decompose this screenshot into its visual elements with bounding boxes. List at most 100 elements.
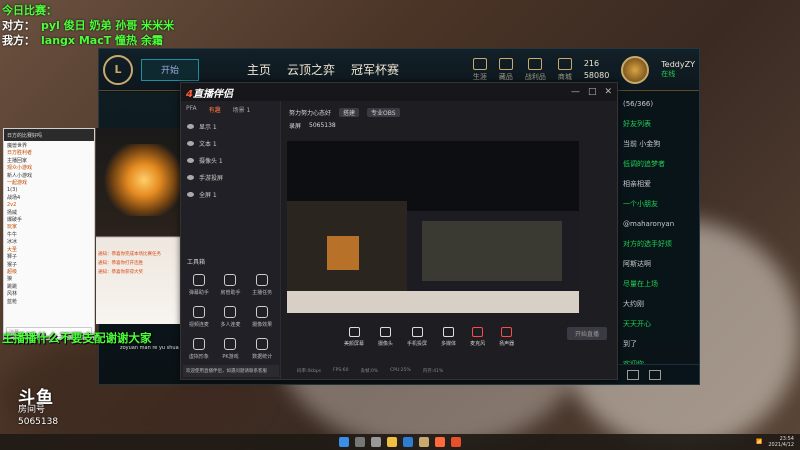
room-chip-obs[interactable]: 专业OBS bbox=[367, 108, 400, 117]
friend-item[interactable]: 天天开心 bbox=[623, 314, 695, 334]
tool-multi-link[interactable]: 多人连麦 bbox=[215, 306, 247, 328]
chat-line: 通知：恭喜你打开连胜 bbox=[98, 261, 143, 266]
list-item[interactable]: 观众小游戏 bbox=[7, 165, 91, 172]
friend-item[interactable]: 阿斯达啊 bbox=[623, 254, 695, 274]
mission-icon[interactable] bbox=[627, 369, 639, 380]
list-item[interactable]: 1(3) bbox=[7, 187, 91, 194]
game-logo-icon[interactable]: L bbox=[103, 54, 133, 85]
eye-icon[interactable] bbox=[187, 141, 194, 146]
list-item[interactable]: 扬威 bbox=[7, 210, 91, 217]
user-info[interactable]: TeddyZY 在线 bbox=[661, 60, 695, 79]
friend-item[interactable]: 好友列表 bbox=[623, 114, 695, 134]
scene-item[interactable]: 手游投屏 bbox=[181, 169, 280, 186]
rec-label[interactable]: 录屏 bbox=[289, 121, 301, 130]
tool-video-link[interactable]: 视频连麦 bbox=[183, 306, 215, 328]
scene-item[interactable]: 显示 1 bbox=[181, 118, 280, 135]
friend-item[interactable]: 大约刚 bbox=[623, 294, 695, 314]
list-item[interactable]: 跳跳 bbox=[7, 284, 91, 291]
nav-tft[interactable]: 云顶之弈 bbox=[287, 61, 335, 78]
list-item[interactable]: 玩家 bbox=[7, 224, 91, 231]
eye-icon[interactable] bbox=[187, 124, 194, 129]
edge-icon[interactable] bbox=[403, 437, 413, 447]
list-item[interactable]: 战场4 bbox=[7, 195, 91, 202]
list-item[interactable]: 2v2 bbox=[7, 202, 91, 209]
speaker-button[interactable]: 扬声器 bbox=[499, 327, 514, 347]
game-app-icon[interactable] bbox=[419, 437, 429, 447]
live-tool-app-icon[interactable] bbox=[435, 437, 445, 447]
clock-date: 2021/4/12 bbox=[768, 442, 794, 448]
list-item[interactable]: 牛牛 bbox=[7, 232, 91, 239]
minimize-button[interactable]: — bbox=[571, 87, 580, 97]
play-button[interactable]: 开始 bbox=[141, 58, 199, 81]
list-item[interactable]: 冰冰 bbox=[7, 239, 91, 246]
list-item[interactable]: 日方胜利者 bbox=[7, 150, 91, 157]
tab-pfa[interactable]: PFA bbox=[186, 105, 197, 114]
nav-home[interactable]: 主页 bbox=[247, 61, 271, 78]
friend-item[interactable]: 对方的选手好烦 bbox=[623, 234, 695, 254]
explorer-icon[interactable] bbox=[387, 437, 397, 447]
taskview-icon[interactable] bbox=[371, 437, 381, 447]
scene-item[interactable]: 摄像头 1 bbox=[181, 152, 280, 169]
friend-item[interactable]: 相亲相爱 bbox=[623, 174, 695, 194]
tool-label: 虚拟形象 bbox=[188, 354, 209, 360]
friend-item[interactable]: 一个小朋友 bbox=[623, 194, 695, 214]
tab-fun[interactable]: 有趣 bbox=[209, 105, 221, 114]
wifi-icon[interactable]: 📶 bbox=[756, 439, 762, 445]
nav-career[interactable]: 生涯 bbox=[472, 57, 487, 82]
list-item[interactable]: 风林 bbox=[7, 291, 91, 298]
friend-item[interactable]: 当前 小金狗 bbox=[623, 134, 695, 154]
phone-cast-button[interactable]: 手机投屏 bbox=[407, 327, 427, 347]
list-item[interactable]: 新人小游戏 bbox=[7, 173, 91, 180]
side-b-players: langx MacT 憧热 余霜 bbox=[41, 34, 163, 47]
media-button[interactable]: 多媒体 bbox=[441, 327, 456, 347]
friend-item[interactable]: 低调的追梦者 bbox=[623, 154, 695, 174]
list-item[interactable]: 狮子 bbox=[7, 254, 91, 261]
list-item[interactable]: 狼 bbox=[7, 276, 91, 283]
list-item[interactable]: 爆破手 bbox=[7, 217, 91, 224]
start-live-button[interactable]: 开始直播 bbox=[567, 327, 607, 340]
close-button[interactable]: ✕ bbox=[604, 87, 612, 97]
list-item[interactable]: 猴子 bbox=[7, 262, 91, 269]
nav-loot[interactable]: 战利品 bbox=[525, 57, 546, 82]
douyu-app-icon[interactable] bbox=[451, 437, 461, 447]
clock[interactable]: 23:54 2021/4/12 bbox=[768, 436, 794, 448]
tool-pk[interactable]: PK游戏 bbox=[215, 338, 247, 360]
eye-icon[interactable] bbox=[187, 158, 194, 163]
speaker-icon bbox=[501, 327, 513, 337]
list-item[interactable]: 大圣 bbox=[7, 247, 91, 254]
nav-collection[interactable]: 藏品 bbox=[498, 57, 513, 82]
scene-label: 显示 1 bbox=[199, 124, 217, 131]
search-icon[interactable] bbox=[355, 437, 365, 447]
friend-item[interactable]: 尽量在上场 bbox=[623, 274, 695, 294]
tool-task[interactable]: 主播任务 bbox=[246, 274, 278, 296]
room-title[interactable]: 努力努力心态好 bbox=[289, 108, 331, 117]
room-chip[interactable]: 搭建 bbox=[339, 108, 360, 117]
scene-item[interactable]: 全屏 1 bbox=[181, 186, 280, 203]
toolbox-grid: 弹幕助手 房管助手 主播任务 视频连麦 多人连麦 摄像效果 虚拟形象 PK游戏 … bbox=[181, 270, 280, 364]
friend-item[interactable]: @maharonyan bbox=[623, 214, 695, 234]
maximize-button[interactable]: □ bbox=[588, 87, 597, 97]
list-item[interactable]: 超级 bbox=[7, 269, 91, 276]
multi-link-icon bbox=[224, 306, 237, 318]
beauty-button[interactable]: 美颜屏幕 bbox=[344, 327, 364, 347]
eye-icon[interactable] bbox=[187, 175, 194, 180]
tab-scene[interactable]: 场景 1 bbox=[233, 105, 251, 114]
friend-item[interactable]: 到了 bbox=[623, 334, 695, 354]
scene-item[interactable]: 文本 1 bbox=[181, 135, 280, 152]
nav-clash[interactable]: 冠军杯赛 bbox=[351, 61, 399, 78]
eye-icon[interactable] bbox=[187, 192, 194, 197]
avatar[interactable] bbox=[621, 55, 650, 84]
list-item[interactable]: 蓝枪 bbox=[7, 299, 91, 306]
tool-camera-fx[interactable]: 摄像效果 bbox=[246, 306, 278, 328]
tool-danmu[interactable]: 弹幕助手 bbox=[183, 274, 215, 296]
tool-avatar[interactable]: 虚拟形象 bbox=[183, 338, 215, 360]
start-icon[interactable] bbox=[339, 437, 349, 447]
nav-store[interactable]: 商城 bbox=[557, 57, 572, 82]
list-item[interactable]: 一起游戏 bbox=[7, 180, 91, 187]
camera-button[interactable]: 摄像头 bbox=[378, 327, 393, 347]
tool-stats[interactable]: 数据统计 bbox=[246, 338, 278, 360]
collection-label: 藏品 bbox=[498, 72, 513, 81]
settings-icon[interactable] bbox=[649, 369, 661, 380]
microphone-button[interactable]: 麦克风 bbox=[470, 327, 485, 347]
tool-admin[interactable]: 房管助手 bbox=[215, 274, 247, 296]
